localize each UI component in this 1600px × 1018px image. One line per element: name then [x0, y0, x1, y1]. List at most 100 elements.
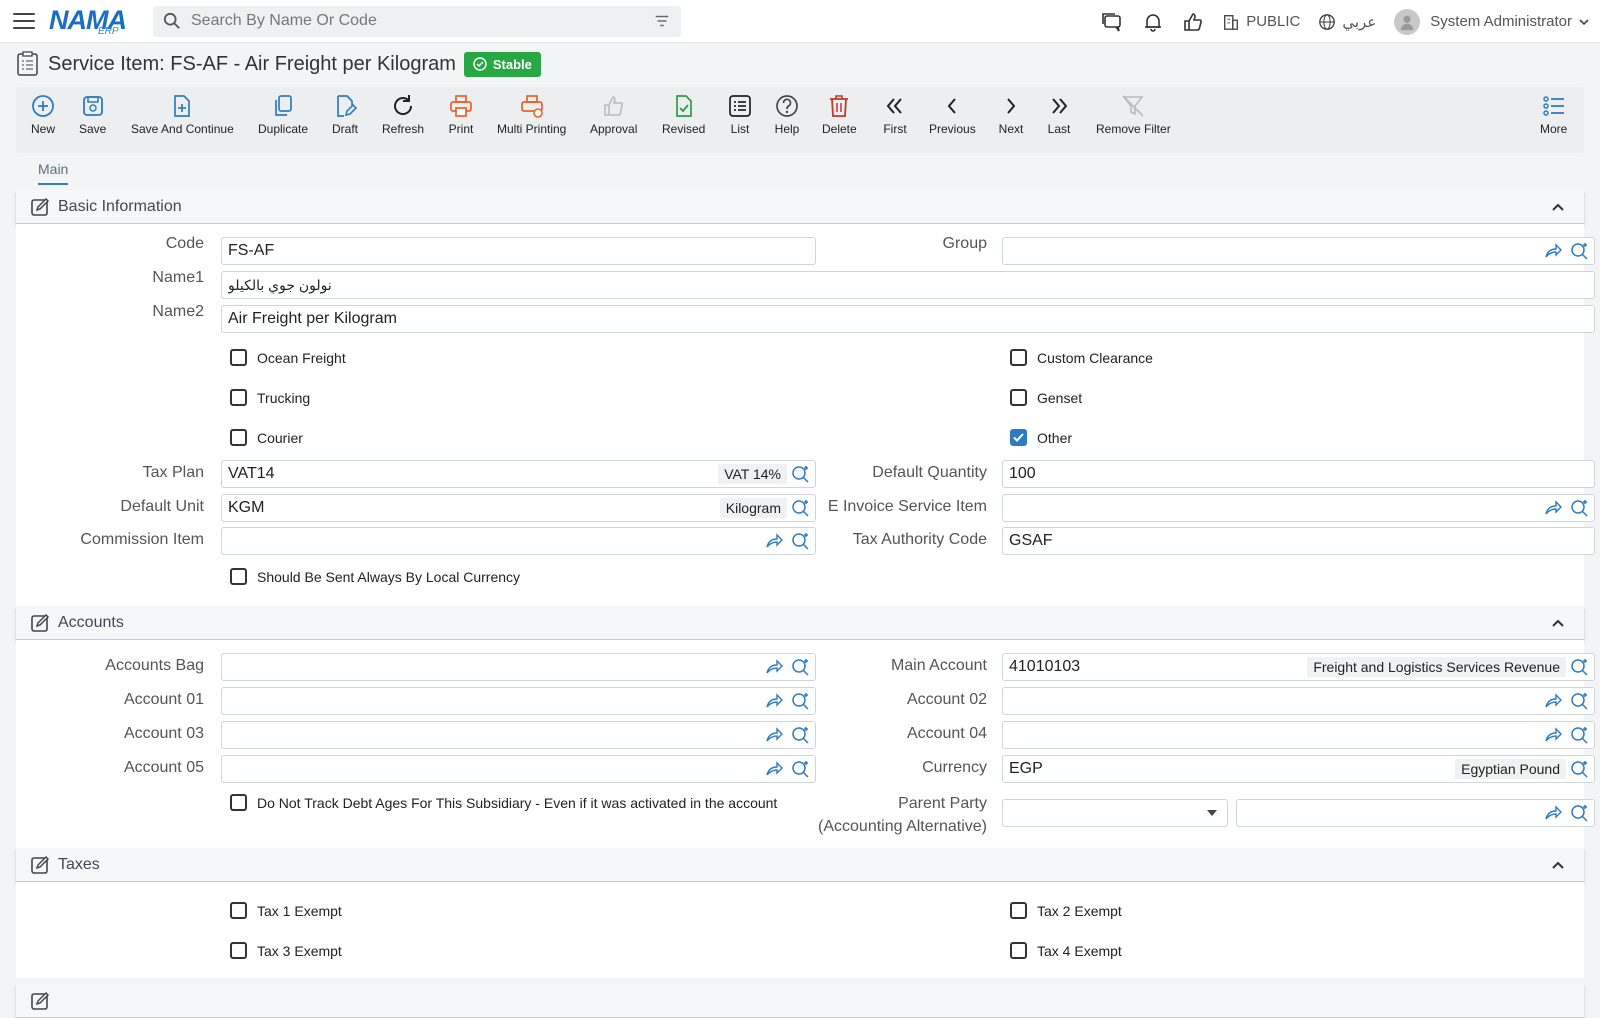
delete-button[interactable]: Delete [822, 93, 857, 136]
duplicate-button[interactable]: Duplicate [258, 93, 308, 136]
lookup-search-icon[interactable] [1570, 499, 1588, 517]
lookup-search-icon[interactable] [1570, 760, 1588, 778]
menu-icon[interactable] [13, 13, 35, 29]
lookup-search-icon[interactable] [791, 465, 809, 483]
checkbox-box[interactable] [1010, 942, 1027, 959]
tax-plan-field[interactable]: VAT14 VAT 14% [221, 460, 816, 488]
account-03-field[interactable] [221, 721, 816, 749]
refresh-button[interactable]: Refresh [382, 93, 424, 136]
checkbox-box[interactable] [1010, 902, 1027, 919]
lookup-search-icon[interactable] [1570, 726, 1588, 744]
checkbox-box[interactable] [230, 902, 247, 919]
name1-field[interactable]: نولون جوي بالكيلو [221, 271, 1595, 299]
share-arrow-icon[interactable] [1544, 500, 1562, 516]
basic-information-header[interactable]: Basic Information [16, 190, 1584, 224]
checkbox-box[interactable] [230, 794, 247, 811]
account-02-field[interactable] [1002, 687, 1595, 715]
tax-authority-code-field[interactable]: GSAF [1002, 527, 1595, 555]
accounts-bag-field[interactable] [221, 653, 816, 681]
lookup-search-icon[interactable] [791, 658, 809, 676]
search-input[interactable] [189, 11, 645, 31]
name2-field[interactable]: Air Freight per Kilogram [221, 305, 1595, 333]
logo[interactable]: NAMA ERP [49, 3, 135, 39]
share-arrow-icon[interactable] [765, 533, 783, 549]
other-checkbox[interactable]: Other [1010, 429, 1072, 446]
previous-button[interactable]: Previous [929, 93, 976, 136]
local-currency-checkbox[interactable]: Should Be Sent Always By Local Currency [230, 568, 520, 585]
save-and-continue-button[interactable]: Save And Continue [131, 93, 234, 136]
share-arrow-icon[interactable] [765, 659, 783, 675]
e-invoice-service-item-field[interactable] [1002, 494, 1595, 522]
checkbox-box[interactable] [230, 389, 247, 406]
chevron-up-icon[interactable] [1550, 199, 1566, 215]
next-section-header[interactable] [16, 984, 1584, 1018]
account-04-field[interactable] [1002, 721, 1595, 749]
share-arrow-icon[interactable] [765, 761, 783, 777]
tax-2-exempt-checkbox[interactable]: Tax 2 Exempt [1010, 902, 1122, 919]
group-field[interactable] [1002, 237, 1595, 265]
bell-icon[interactable] [1142, 11, 1164, 33]
multi-printing-button[interactable]: Multi Printing [497, 93, 566, 136]
taxes-header[interactable]: Taxes [16, 848, 1584, 882]
list-button[interactable]: List [727, 93, 753, 136]
parent-party-type-select[interactable] [1002, 799, 1228, 827]
lookup-search-icon[interactable] [791, 726, 809, 744]
checkbox-box[interactable] [1010, 389, 1027, 406]
first-button[interactable]: First [882, 93, 908, 136]
accounts-header[interactable]: Accounts [16, 606, 1584, 640]
lookup-search-icon[interactable] [1570, 692, 1588, 710]
print-button[interactable]: Print [448, 93, 474, 136]
ocean-freight-checkbox[interactable]: Ocean Freight [230, 349, 346, 366]
draft-button[interactable]: Draft [332, 93, 358, 136]
code-field[interactable]: FS-AF [221, 237, 816, 265]
remove-filter-button[interactable]: Remove Filter [1096, 93, 1171, 136]
branch-selector[interactable]: PUBLIC [1222, 13, 1300, 31]
parent-party-field[interactable] [1236, 799, 1595, 827]
account-01-field[interactable] [221, 687, 816, 715]
share-arrow-icon[interactable] [765, 693, 783, 709]
account-05-field[interactable] [221, 755, 816, 783]
tax-1-exempt-checkbox[interactable]: Tax 1 Exempt [230, 902, 342, 919]
currency-field[interactable]: EGP Egyptian Pound [1002, 755, 1595, 783]
next-button[interactable]: Next [998, 93, 1024, 136]
approval-button[interactable]: Approval [590, 93, 637, 136]
more-button[interactable]: More [1540, 93, 1567, 136]
checkbox-box[interactable] [230, 942, 247, 959]
checkbox-box[interactable] [1010, 349, 1027, 366]
lookup-search-icon[interactable] [1570, 804, 1588, 822]
debt-ages-checkbox[interactable]: Do Not Track Debt Ages For This Subsidia… [230, 794, 777, 811]
genset-checkbox[interactable]: Genset [1010, 389, 1082, 406]
tab-main[interactable]: Main [38, 161, 69, 185]
filter-icon[interactable] [653, 12, 671, 30]
chevron-up-icon[interactable] [1550, 615, 1566, 631]
share-arrow-icon[interactable] [1544, 805, 1562, 821]
new-button[interactable]: New [30, 93, 56, 136]
last-button[interactable]: Last [1046, 93, 1072, 136]
thumbs-up-icon[interactable] [1182, 11, 1204, 33]
courier-checkbox[interactable]: Courier [230, 429, 303, 446]
share-arrow-icon[interactable] [765, 727, 783, 743]
revised-button[interactable]: Revised [662, 93, 705, 136]
share-arrow-icon[interactable] [1544, 693, 1562, 709]
default-unit-field[interactable]: KGM Kilogram [221, 494, 816, 522]
chevron-up-icon[interactable] [1550, 857, 1566, 873]
lookup-search-icon[interactable] [791, 760, 809, 778]
default-quantity-field[interactable]: 100 [1002, 460, 1595, 488]
user-menu[interactable]: System Administrator [1394, 8, 1590, 35]
main-account-field[interactable]: 41010103 Freight and Logistics Services … [1002, 653, 1595, 681]
share-arrow-icon[interactable] [1544, 727, 1562, 743]
share-arrow-icon[interactable] [1544, 243, 1562, 259]
tax-4-exempt-checkbox[interactable]: Tax 4 Exempt [1010, 942, 1122, 959]
checkbox-box[interactable] [230, 568, 247, 585]
language-selector[interactable]: عربي [1318, 13, 1376, 31]
tax-3-exempt-checkbox[interactable]: Tax 3 Exempt [230, 942, 342, 959]
checkbox-box-checked[interactable] [1010, 429, 1027, 446]
lookup-search-icon[interactable] [791, 499, 809, 517]
lookup-search-icon[interactable] [791, 692, 809, 710]
checkbox-box[interactable] [230, 349, 247, 366]
custom-clearance-checkbox[interactable]: Custom Clearance [1010, 349, 1153, 366]
chat-icon[interactable] [1100, 11, 1124, 33]
lookup-search-icon[interactable] [1570, 242, 1588, 260]
lookup-search-icon[interactable] [1570, 658, 1588, 676]
save-button[interactable]: Save [79, 93, 106, 136]
